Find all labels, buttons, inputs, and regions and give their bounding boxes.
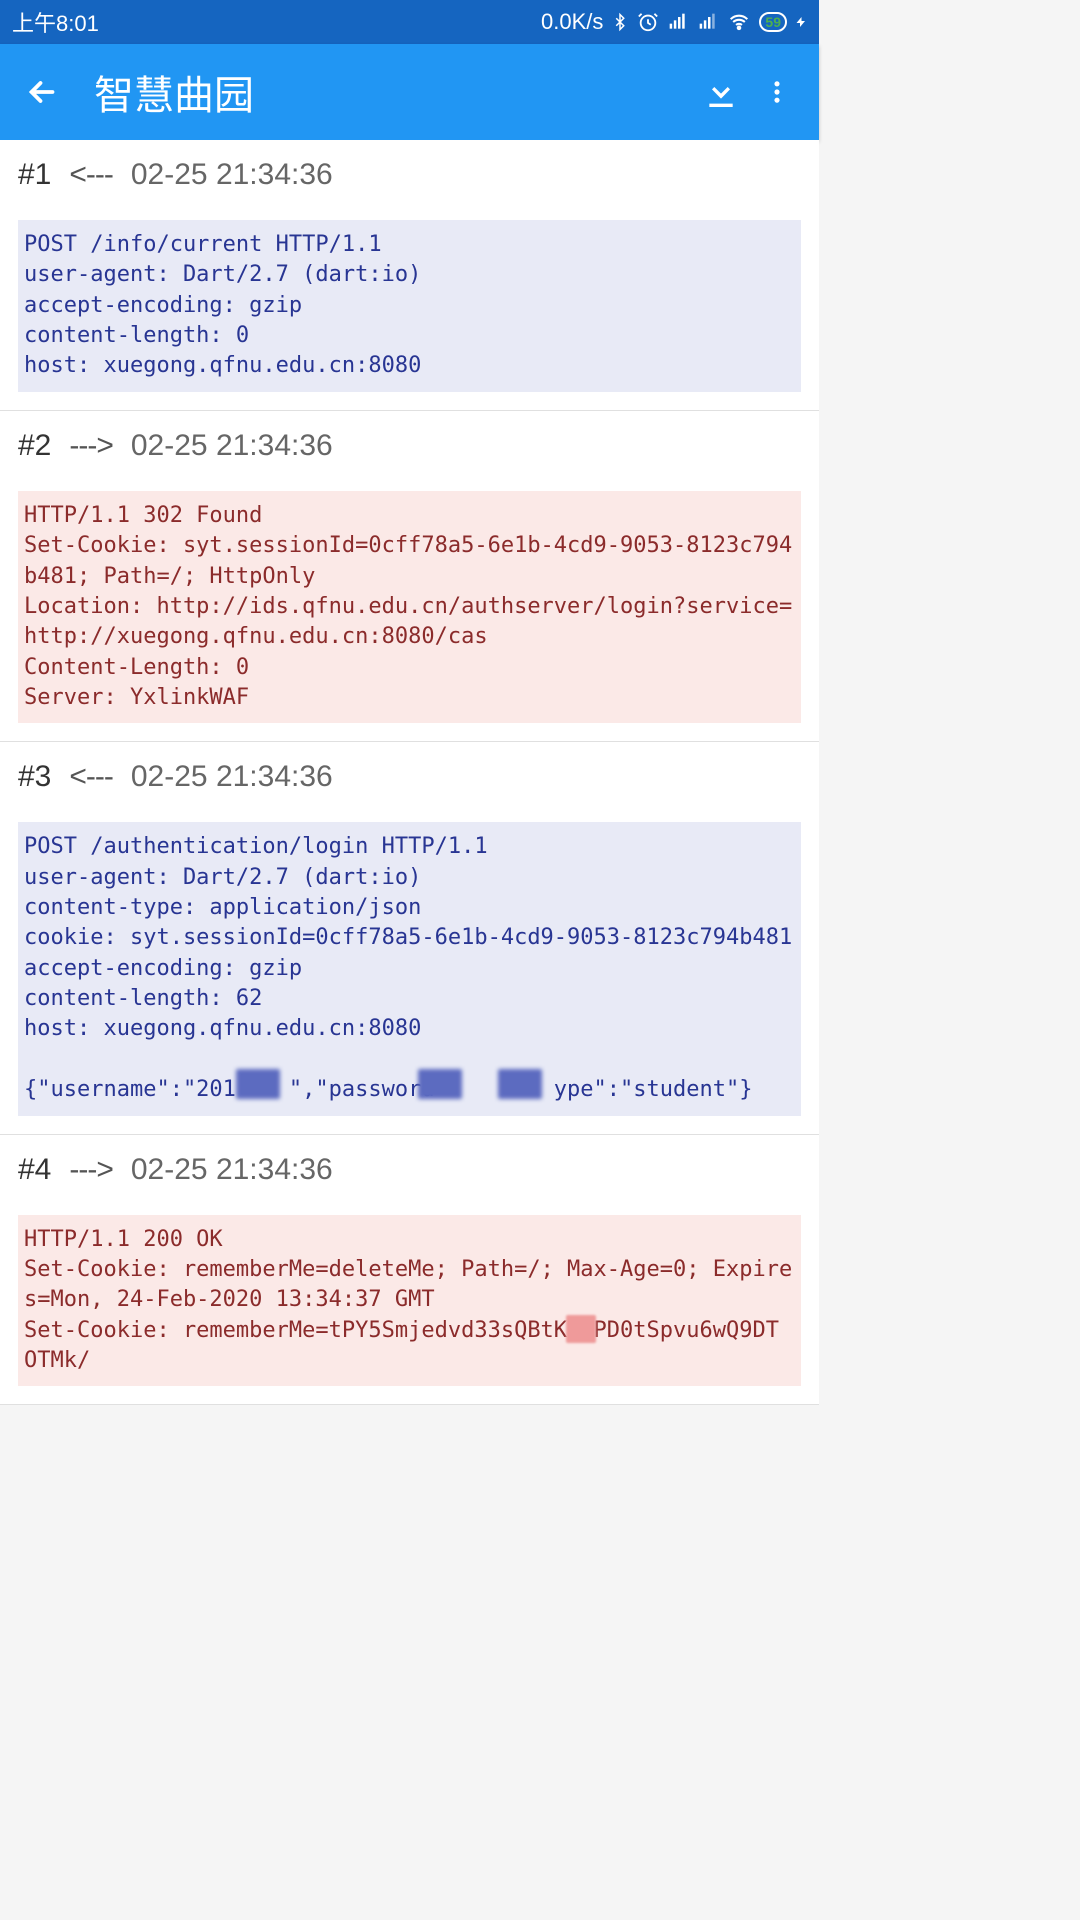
entry-direction: ---> — [69, 1153, 113, 1187]
log-entry[interactable]: #4 ---> 02-25 21:34:36 HTTP/1.1 200 OK Set-… — [0, 1135, 819, 1406]
charging-icon — [795, 12, 807, 32]
page-title: 智慧曲园 — [94, 63, 697, 121]
more-button[interactable] — [753, 68, 801, 116]
signal2-icon — [697, 12, 719, 32]
response-body: HTTP/1.1 200 OK Set-Cookie: rememberMe=d… — [18, 1215, 801, 1387]
network-speed: 0.0K/s — [541, 9, 603, 35]
redaction-block — [566, 1315, 596, 1343]
entry-direction: <--- — [69, 158, 113, 192]
battery-level: 59 — [765, 14, 781, 30]
request-body: POST /authentication/login HTTP/1.1 user… — [18, 822, 801, 1115]
alarm-icon — [637, 11, 659, 33]
log-list: #1 <--- 02-25 21:34:36 POST /info/current H… — [0, 140, 819, 1405]
status-time: 上午8:01 — [12, 6, 99, 38]
back-button[interactable] — [18, 68, 66, 116]
redaction-block — [418, 1069, 462, 1099]
signal-icon — [667, 12, 689, 32]
entry-id: #4 — [18, 1153, 51, 1187]
wifi-icon — [727, 12, 751, 32]
entry-time: 02-25 21:34:36 — [131, 760, 333, 794]
log-entry[interactable]: #3 <--- 02-25 21:34:36 POST /authentication… — [0, 742, 819, 1134]
redaction-block — [498, 1069, 542, 1099]
entry-time: 02-25 21:34:36 — [131, 158, 333, 192]
entry-header: #2 ---> 02-25 21:34:36 — [0, 423, 819, 481]
bluetooth-icon — [611, 11, 629, 33]
request-body: POST /info/current HTTP/1.1 user-agent: … — [18, 220, 801, 392]
entry-header: #1 <--- 02-25 21:34:36 — [0, 152, 819, 210]
entry-header: #4 ---> 02-25 21:34:36 — [0, 1147, 819, 1205]
redaction-block — [236, 1069, 280, 1099]
log-entry[interactable]: #2 ---> 02-25 21:34:36 HTTP/1.1 302 Found S… — [0, 411, 819, 743]
battery-icon: 59 — [759, 12, 787, 32]
entry-time: 02-25 21:34:36 — [131, 429, 333, 463]
download-button[interactable] — [697, 68, 745, 116]
entry-header: #3 <--- 02-25 21:34:36 — [0, 754, 819, 812]
response-body: HTTP/1.1 302 Found Set-Cookie: syt.sessi… — [18, 491, 801, 724]
entry-id: #1 — [18, 158, 51, 192]
entry-direction: <--- — [69, 760, 113, 794]
entry-id: #3 — [18, 760, 51, 794]
entry-id: #2 — [18, 429, 51, 463]
status-bar: 上午8:01 0.0K/s 59 — [0, 0, 819, 44]
entry-direction: ---> — [69, 429, 113, 463]
app-bar: 智慧曲园 — [0, 44, 819, 140]
entry-time: 02-25 21:34:36 — [131, 1153, 333, 1187]
status-right: 0.0K/s 59 — [541, 9, 807, 35]
log-entry[interactable]: #1 <--- 02-25 21:34:36 POST /info/current H… — [0, 140, 819, 411]
